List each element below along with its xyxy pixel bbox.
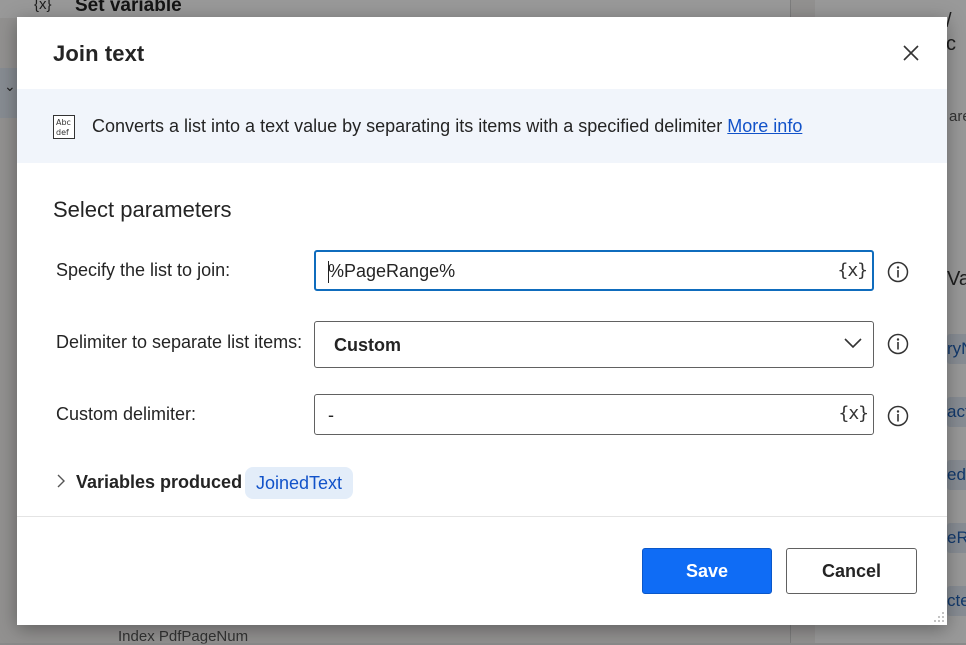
chevron-down-icon — [844, 338, 862, 349]
banner-text: Converts a list into a text value by sep… — [92, 116, 802, 137]
save-button[interactable]: Save — [642, 548, 772, 594]
custom-delimiter-input[interactable]: - {x} — [314, 394, 874, 435]
custom-delimiter-value: - — [328, 405, 334, 425]
section-title: Select parameters — [53, 197, 232, 222]
banner-description: Converts a list into a text value by sep… — [92, 116, 723, 136]
chevron-right-icon[interactable] — [55, 473, 67, 489]
footer-divider — [17, 516, 947, 517]
close-button[interactable] — [897, 39, 925, 67]
join-text-dialog: Join text Abc def Converts a list into a… — [17, 17, 947, 625]
dialog-title: Join text — [53, 41, 145, 66]
svg-text:Abc: Abc — [56, 118, 71, 127]
close-icon — [903, 45, 919, 61]
resize-grip-icon[interactable] — [931, 609, 945, 623]
info-banner: Abc def Converts a list into a text valu… — [17, 89, 947, 163]
custom-delimiter-label: Custom delimiter: — [56, 404, 197, 424]
abc-def-text-icon: Abc def — [53, 115, 75, 139]
more-info-link[interactable]: More info — [727, 116, 802, 136]
delimiter-selected-value: Custom — [334, 335, 401, 355]
insert-variable-icon[interactable]: {x} — [837, 260, 867, 281]
delimiter-dropdown[interactable]: Custom — [314, 321, 874, 368]
info-icon[interactable] — [887, 333, 909, 355]
list-to-join-input[interactable]: %PageRange% {x} — [314, 250, 874, 291]
variables-produced-toggle[interactable]: Variables produced — [76, 472, 242, 493]
cancel-button[interactable]: Cancel — [786, 548, 917, 594]
delimiter-label: Delimiter to separate list items: — [56, 332, 303, 352]
info-icon[interactable] — [887, 261, 909, 283]
list-to-join-value: %PageRange% — [328, 261, 456, 281]
svg-text:def: def — [56, 128, 69, 137]
info-icon[interactable] — [887, 405, 909, 427]
insert-variable-icon[interactable]: {x} — [838, 403, 868, 424]
list-to-join-label: Specify the list to join: — [56, 260, 231, 280]
joined-text-variable-chip[interactable]: JoinedText — [245, 467, 354, 499]
